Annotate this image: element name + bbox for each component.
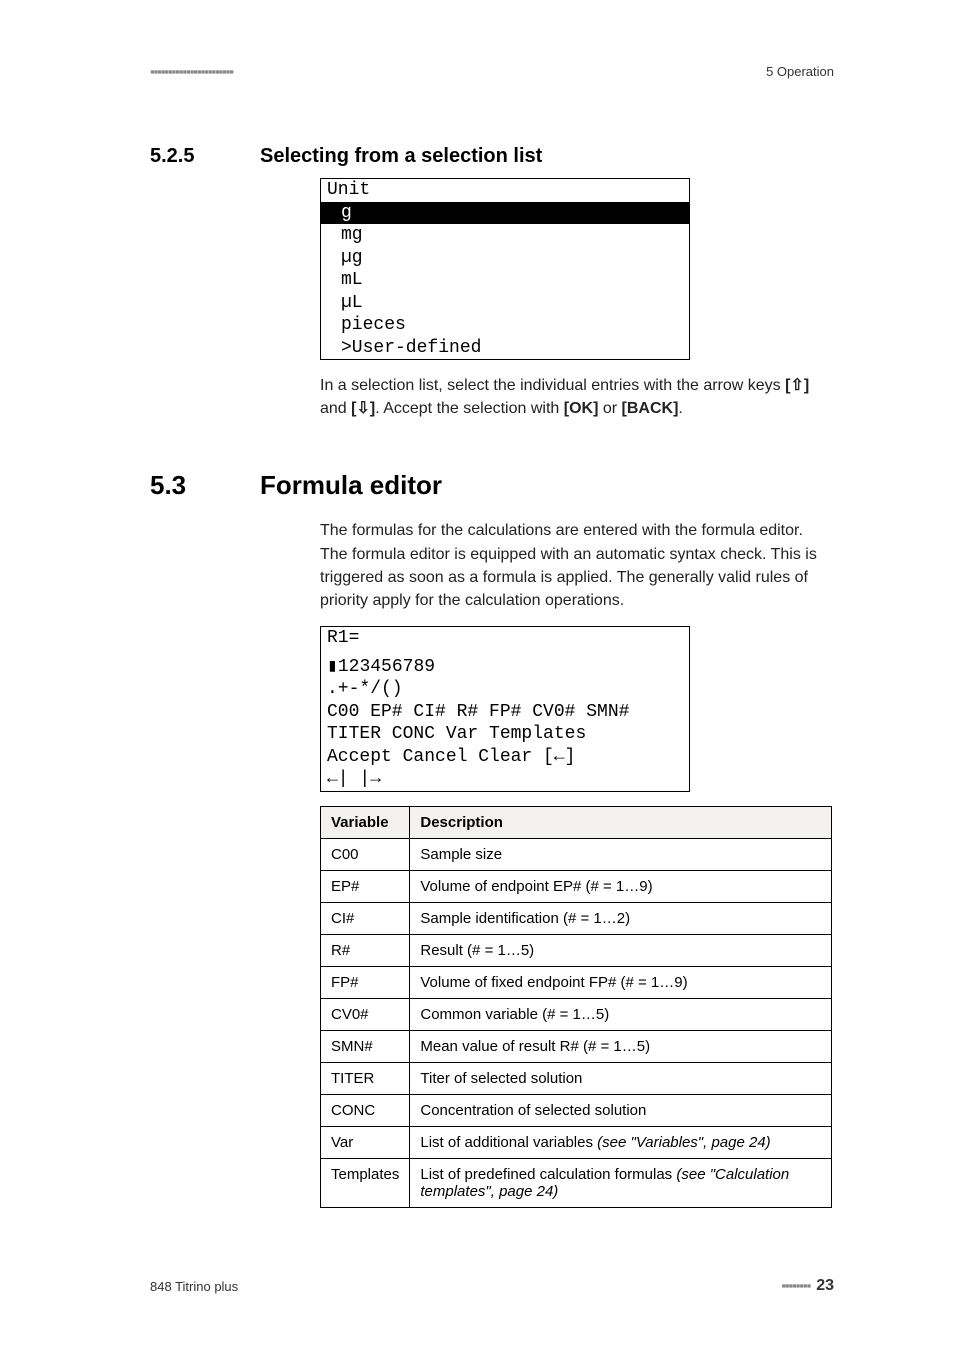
desc-text: List of additional variables: [420, 1134, 597, 1151]
heading-525-title: Selecting from a selection list: [260, 145, 542, 167]
desc-cell: List of additional variables (see "Varia…: [410, 1126, 832, 1158]
footer-ornament: ▪▪▪▪▪▪▪▪: [781, 1278, 810, 1293]
var-cell: TITER: [321, 1062, 410, 1094]
desc-cell: Volume of endpoint EP# (# = 1…9): [410, 870, 832, 902]
variable-table: Variable Description C00 Sample size EP#…: [320, 806, 832, 1208]
heading-53-title: Formula editor: [260, 470, 442, 500]
formula-editor-screenshot: R1= ▮123456789 .+-*/() C00 EP# CI# R# FP…: [320, 626, 690, 792]
footer-product-name: 848 Titrino plus: [150, 1279, 238, 1294]
caption-text: or: [598, 400, 621, 417]
key-up: [⇧]: [785, 377, 809, 394]
table-row: SMN# Mean value of result R# (# = 1…5): [321, 1030, 832, 1062]
editor-line: ←| |→: [321, 768, 689, 791]
unit-selection-screenshot: Unit g mg µg mL µL pieces >User-defined: [320, 178, 690, 360]
section-525-body: Unit g mg µg mL µL pieces >User-defined …: [320, 178, 834, 420]
var-cell: C00: [321, 838, 410, 870]
unit-row: µL: [321, 292, 689, 315]
desc-cell: Mean value of result R# (# = 1…5): [410, 1030, 832, 1062]
caption-text: . Accept the selection with: [375, 400, 564, 417]
section-53-intro: The formulas for the calculations are en…: [320, 519, 834, 612]
var-cell: Var: [321, 1126, 410, 1158]
editor-title: R1=: [321, 627, 689, 650]
table-row: EP# Volume of endpoint EP# (# = 1…9): [321, 870, 832, 902]
section-53-body: The formulas for the calculations are en…: [320, 519, 834, 1207]
var-cell: CV0#: [321, 998, 410, 1030]
desc-text: List of predefined calculation formulas: [420, 1166, 676, 1183]
table-header-variable: Variable: [321, 806, 410, 838]
var-cell: SMN#: [321, 1030, 410, 1062]
unit-row: >User-defined: [321, 337, 689, 360]
caption-text: and: [320, 400, 351, 417]
unit-row: µg: [321, 247, 689, 270]
editor-line: C00 EP# CI# R# FP# CV0# SMN#: [321, 701, 689, 724]
table-row: CI# Sample identification (# = 1…2): [321, 902, 832, 934]
key-ok: [OK]: [564, 400, 599, 417]
table-row: CONC Concentration of selected solution: [321, 1094, 832, 1126]
key-back: [BACK]: [622, 400, 679, 417]
var-cell: EP#: [321, 870, 410, 902]
var-cell: CONC: [321, 1094, 410, 1126]
heading-525: 5.2.5Selecting from a selection list: [150, 145, 834, 168]
var-cell: CI#: [321, 902, 410, 934]
unit-screenshot-title: Unit: [321, 179, 689, 202]
table-row: CV0# Common variable (# = 1…5): [321, 998, 832, 1030]
editor-line: .+-*/(): [321, 678, 689, 701]
editor-line: TITER CONC Var Templates: [321, 723, 689, 746]
desc-cell: Volume of fixed endpoint FP# (# = 1…9): [410, 966, 832, 998]
unit-row: mg: [321, 224, 689, 247]
var-cell: FP#: [321, 966, 410, 998]
table-row: Templates List of predefined calculation…: [321, 1158, 832, 1207]
heading-525-number: 5.2.5: [150, 145, 260, 168]
breadcrumb: 5 Operation: [766, 64, 834, 79]
footer-page-wrap: ▪▪▪▪▪▪▪▪ 23: [781, 1277, 834, 1295]
caption-text: In a selection list, select the individu…: [320, 377, 785, 394]
desc-cell: Result (# = 1…5): [410, 934, 832, 966]
desc-cell: Common variable (# = 1…5): [410, 998, 832, 1030]
desc-cell: Sample size: [410, 838, 832, 870]
desc-reference: (see "Variables", page 24): [597, 1134, 771, 1151]
page-number: 23: [816, 1277, 834, 1294]
table-row: C00 Sample size: [321, 838, 832, 870]
page-header: ▪▪▪▪▪▪▪▪▪▪▪▪▪▪▪▪▪▪▪▪▪▪▪ 5 Operation: [150, 64, 834, 79]
heading-53: 5.3Formula editor: [150, 470, 834, 501]
heading-53-number: 5.3: [150, 470, 260, 501]
page-footer: 848 Titrino plus ▪▪▪▪▪▪▪▪ 23: [150, 1277, 834, 1295]
desc-cell: Titer of selected solution: [410, 1062, 832, 1094]
header-ornament: ▪▪▪▪▪▪▪▪▪▪▪▪▪▪▪▪▪▪▪▪▪▪▪: [150, 64, 233, 79]
unit-row: pieces: [321, 314, 689, 337]
editor-line: Accept Cancel Clear [←]: [321, 746, 689, 769]
unit-selected-row: g: [321, 202, 689, 225]
desc-cell: Concentration of selected solution: [410, 1094, 832, 1126]
table-header-row: Variable Description: [321, 806, 832, 838]
desc-cell: List of predefined calculation formulas …: [410, 1158, 832, 1207]
var-cell: Templates: [321, 1158, 410, 1207]
desc-cell: Sample identification (# = 1…2): [410, 902, 832, 934]
table-row: TITER Titer of selected solution: [321, 1062, 832, 1094]
table-row: FP# Volume of fixed endpoint FP# (# = 1……: [321, 966, 832, 998]
caption-text: .: [678, 400, 682, 417]
table-row: Var List of additional variables (see "V…: [321, 1126, 832, 1158]
key-down: [⇩]: [351, 400, 375, 417]
unit-row: mL: [321, 269, 689, 292]
page-content: 5.2.5Selecting from a selection list Uni…: [150, 125, 834, 1208]
section-525-caption: In a selection list, select the individu…: [320, 374, 834, 420]
table-row: R# Result (# = 1…5): [321, 934, 832, 966]
editor-line: ▮123456789: [321, 656, 689, 679]
var-cell: R#: [321, 934, 410, 966]
table-header-description: Description: [410, 806, 832, 838]
